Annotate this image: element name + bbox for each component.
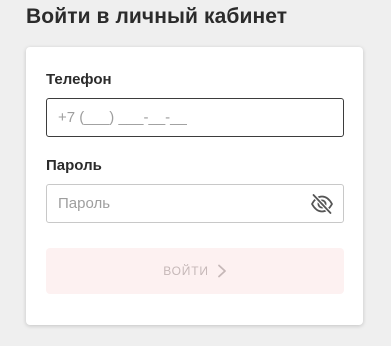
- login-submit-button[interactable]: войти: [46, 248, 344, 294]
- chevron-right-icon: [217, 264, 227, 278]
- password-label: Пароль: [46, 157, 102, 174]
- eye-off-icon[interactable]: [310, 193, 334, 215]
- page-title: Войти в личный кабинет: [26, 5, 288, 28]
- phone-label: Телефон: [46, 71, 112, 88]
- login-card: Телефон Пароль войти: [26, 47, 363, 325]
- password-field[interactable]: [46, 184, 344, 223]
- phone-field[interactable]: [46, 98, 344, 137]
- login-submit-label: войти: [163, 264, 209, 278]
- phone-input[interactable]: [58, 99, 298, 136]
- password-input[interactable]: [58, 185, 298, 222]
